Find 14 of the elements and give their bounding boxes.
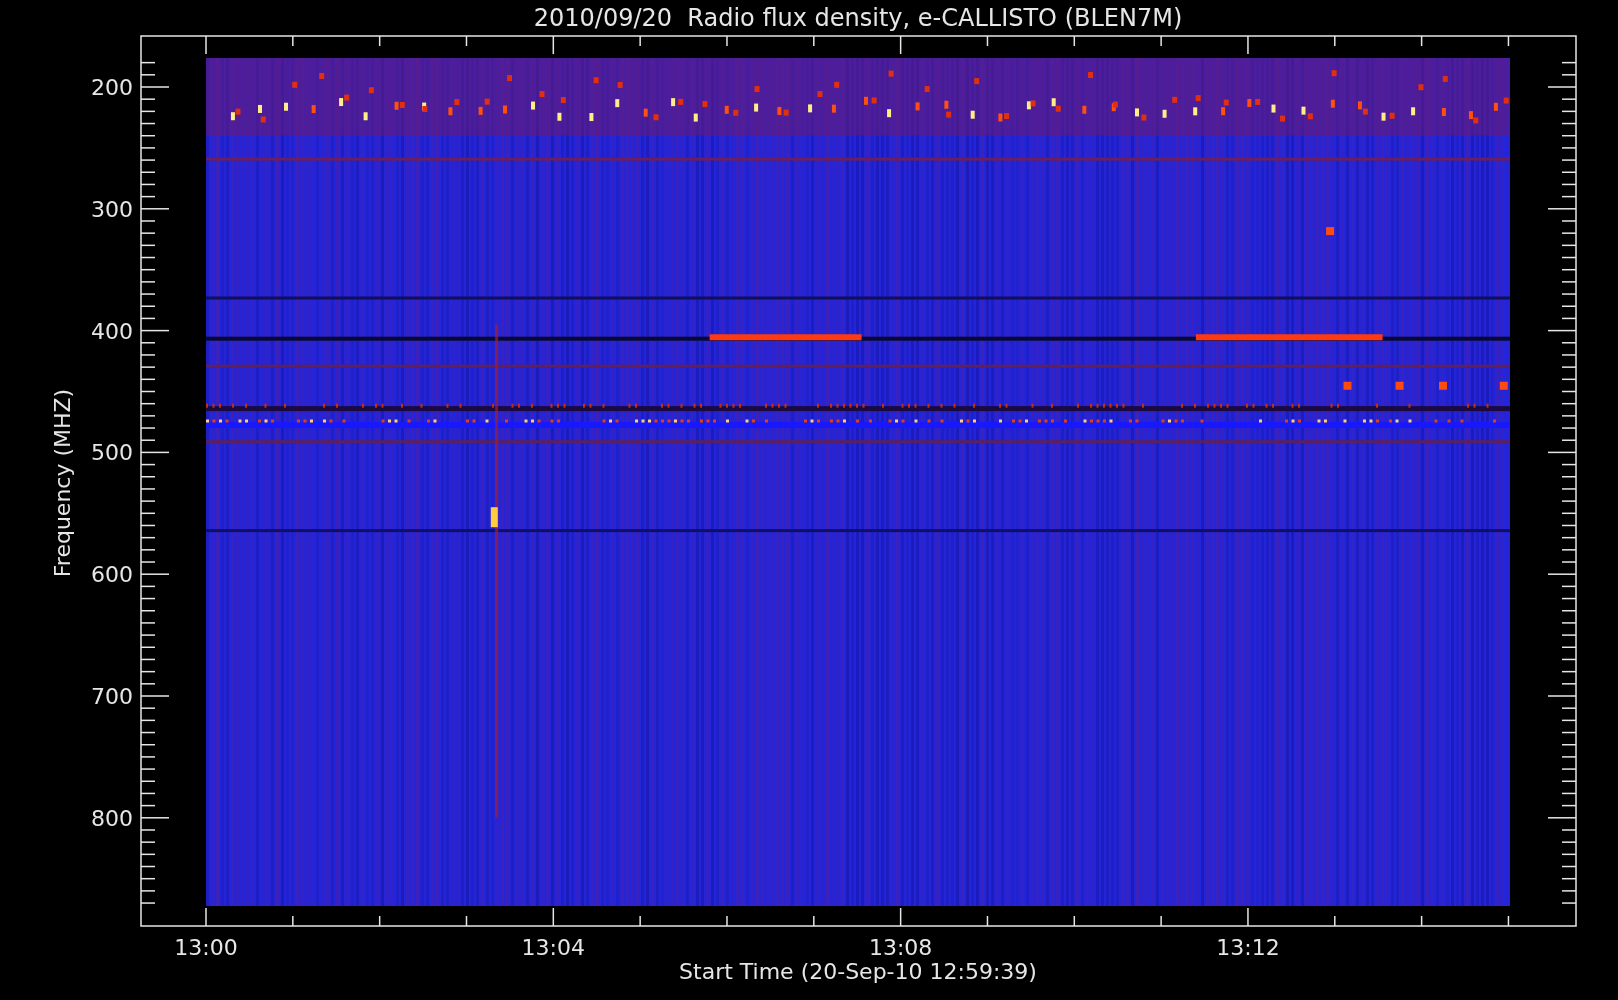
- x-tick-label: 13:12: [1216, 935, 1280, 960]
- x-tick-label: 13:00: [174, 935, 238, 960]
- chart-title: 2010/09/20 Radio flux density, e-CALLISTO (BLEN7M): [533, 4, 1183, 32]
- y-tick-label: 700: [91, 684, 133, 709]
- x-tick-label: 13:04: [521, 935, 585, 960]
- y-axis-label: Frequency (MHZ): [50, 388, 75, 578]
- y-tick-label: 200: [91, 75, 133, 100]
- y-tick-label: 800: [91, 805, 133, 831]
- x-axis-label: Start Time (20-Sep-10 12:59:39): [679, 959, 1037, 984]
- y-tick-label: 400: [91, 318, 133, 344]
- y-tick-label: 600: [91, 562, 133, 588]
- y-tick-label: 300: [91, 196, 133, 222]
- x-tick-label: 13:08: [868, 935, 933, 960]
- y-tick-label: 500: [91, 440, 133, 466]
